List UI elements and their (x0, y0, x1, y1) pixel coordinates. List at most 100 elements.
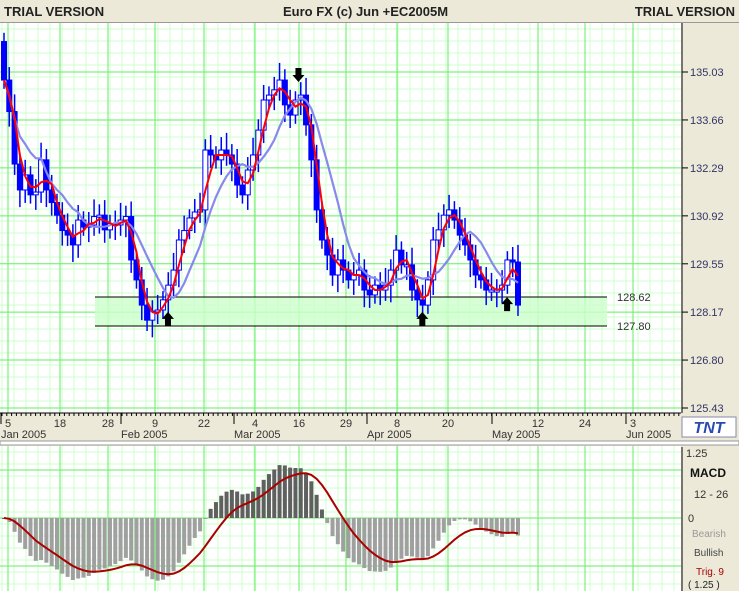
macd-bar (351, 518, 356, 563)
macd-bar (383, 518, 388, 571)
macd-bar (298, 468, 303, 518)
macd-bar (341, 518, 346, 552)
month-label: Jan 2005 (1, 429, 46, 441)
macd-bar (457, 518, 462, 520)
macd-bar (468, 518, 473, 522)
candle-down (509, 259, 516, 263)
x-tick-label: 22 (198, 418, 210, 430)
month-label: May 2005 (492, 429, 540, 441)
legend-trigger: Trig. 9 (696, 567, 724, 578)
macd-bar (219, 495, 224, 518)
macd-bar (436, 518, 441, 541)
macd-bar (394, 518, 399, 562)
level-label-low: 127.80 (617, 321, 651, 333)
macd-bar (335, 518, 340, 545)
macd-bar (330, 518, 335, 537)
macd-params: 12 - 26 (694, 489, 728, 501)
macd-bar (203, 518, 208, 519)
macd-bar (39, 518, 44, 560)
level-label-high: 128.62 (617, 292, 651, 304)
macd-bar (54, 518, 59, 570)
macd-bar (224, 491, 229, 518)
macd-bar (23, 518, 28, 549)
macd-bar (70, 518, 75, 580)
month-label: Apr 2005 (367, 429, 412, 441)
macd-bar (113, 518, 118, 564)
macd-bar (489, 518, 494, 535)
macd-bar (304, 472, 309, 518)
macd-bar (494, 518, 499, 537)
y-tick-label: 130.92 (690, 211, 724, 223)
x-tick-label: 20 (442, 418, 454, 430)
macd-bar (107, 518, 112, 567)
macd-bar (245, 493, 250, 518)
macd-bar (425, 518, 430, 557)
macd-bar (399, 518, 404, 559)
tnt-logo: TNT (681, 416, 737, 438)
x-tick-label: 16 (293, 418, 305, 430)
y-tick-label: 135.03 (690, 67, 724, 79)
x-tick-label: 29 (340, 418, 352, 430)
macd-bar (452, 518, 457, 521)
macd-bar (182, 518, 187, 555)
macd-bar (176, 518, 181, 563)
y-tick-label: 126.80 (690, 355, 724, 367)
macd-bar (431, 518, 436, 549)
macd-bar (44, 518, 49, 563)
macd-bar (500, 518, 505, 537)
x-tick-label: 28 (102, 418, 114, 430)
macd-bar (282, 465, 287, 518)
macd-bar (166, 518, 171, 577)
macd-bar (251, 491, 256, 518)
macd-bar (420, 518, 425, 559)
candle-down (366, 289, 373, 296)
macd-bar (478, 518, 483, 528)
y-tick-label: 132.29 (690, 163, 724, 175)
macd-bar (272, 469, 277, 518)
macd-bar (97, 518, 102, 570)
macd-bar (325, 518, 330, 524)
macd-bar (86, 518, 91, 576)
macd-bar (473, 518, 478, 525)
macd-tick-top: 1.25 (686, 448, 707, 460)
macd-bar (505, 518, 510, 535)
x-tick-label: 18 (54, 418, 66, 430)
panel-splitter[interactable] (0, 440, 739, 446)
candle-up (265, 94, 272, 101)
candle-down (515, 261, 521, 306)
macd-bar (139, 518, 144, 571)
x-tick-label: 24 (579, 418, 591, 430)
macd-bar (314, 494, 319, 518)
month-label: Jun 2005 (626, 429, 671, 441)
macd-bar (134, 518, 139, 565)
logo-text: TNT (693, 420, 725, 437)
candle-down (239, 184, 246, 196)
macd-bar (171, 518, 176, 572)
macd-bar (404, 518, 409, 556)
macd-bar (319, 509, 324, 518)
macd-tick-zero: 0 (688, 513, 694, 525)
macd-bar (261, 479, 266, 518)
y-tick-label: 133.66 (690, 115, 724, 127)
month-label: Mar 2005 (234, 429, 280, 441)
macd-bar (266, 474, 271, 518)
macd-bar (256, 486, 261, 518)
candle-down (16, 163, 23, 191)
candle-down (144, 304, 151, 321)
macd-title: MACD (690, 466, 726, 480)
chart-canvas[interactable]: 128.62 127.80 135.03 133.66 132.29 130.92 12… (0, 0, 739, 591)
macd-bar (129, 518, 134, 561)
macd-bar (372, 518, 377, 572)
macd-bar (277, 465, 282, 518)
macd-bar (309, 481, 314, 518)
macd-bar (118, 518, 123, 562)
y-tick-label: 129.55 (690, 259, 724, 271)
macd-bar (463, 518, 468, 520)
macd-bar (102, 518, 107, 569)
macd-bar (81, 518, 86, 578)
macd-bar (378, 518, 383, 572)
candle-down (1, 41, 7, 81)
macd-bar (17, 518, 22, 543)
macd-bar (187, 518, 192, 546)
macd-bar (192, 518, 197, 538)
